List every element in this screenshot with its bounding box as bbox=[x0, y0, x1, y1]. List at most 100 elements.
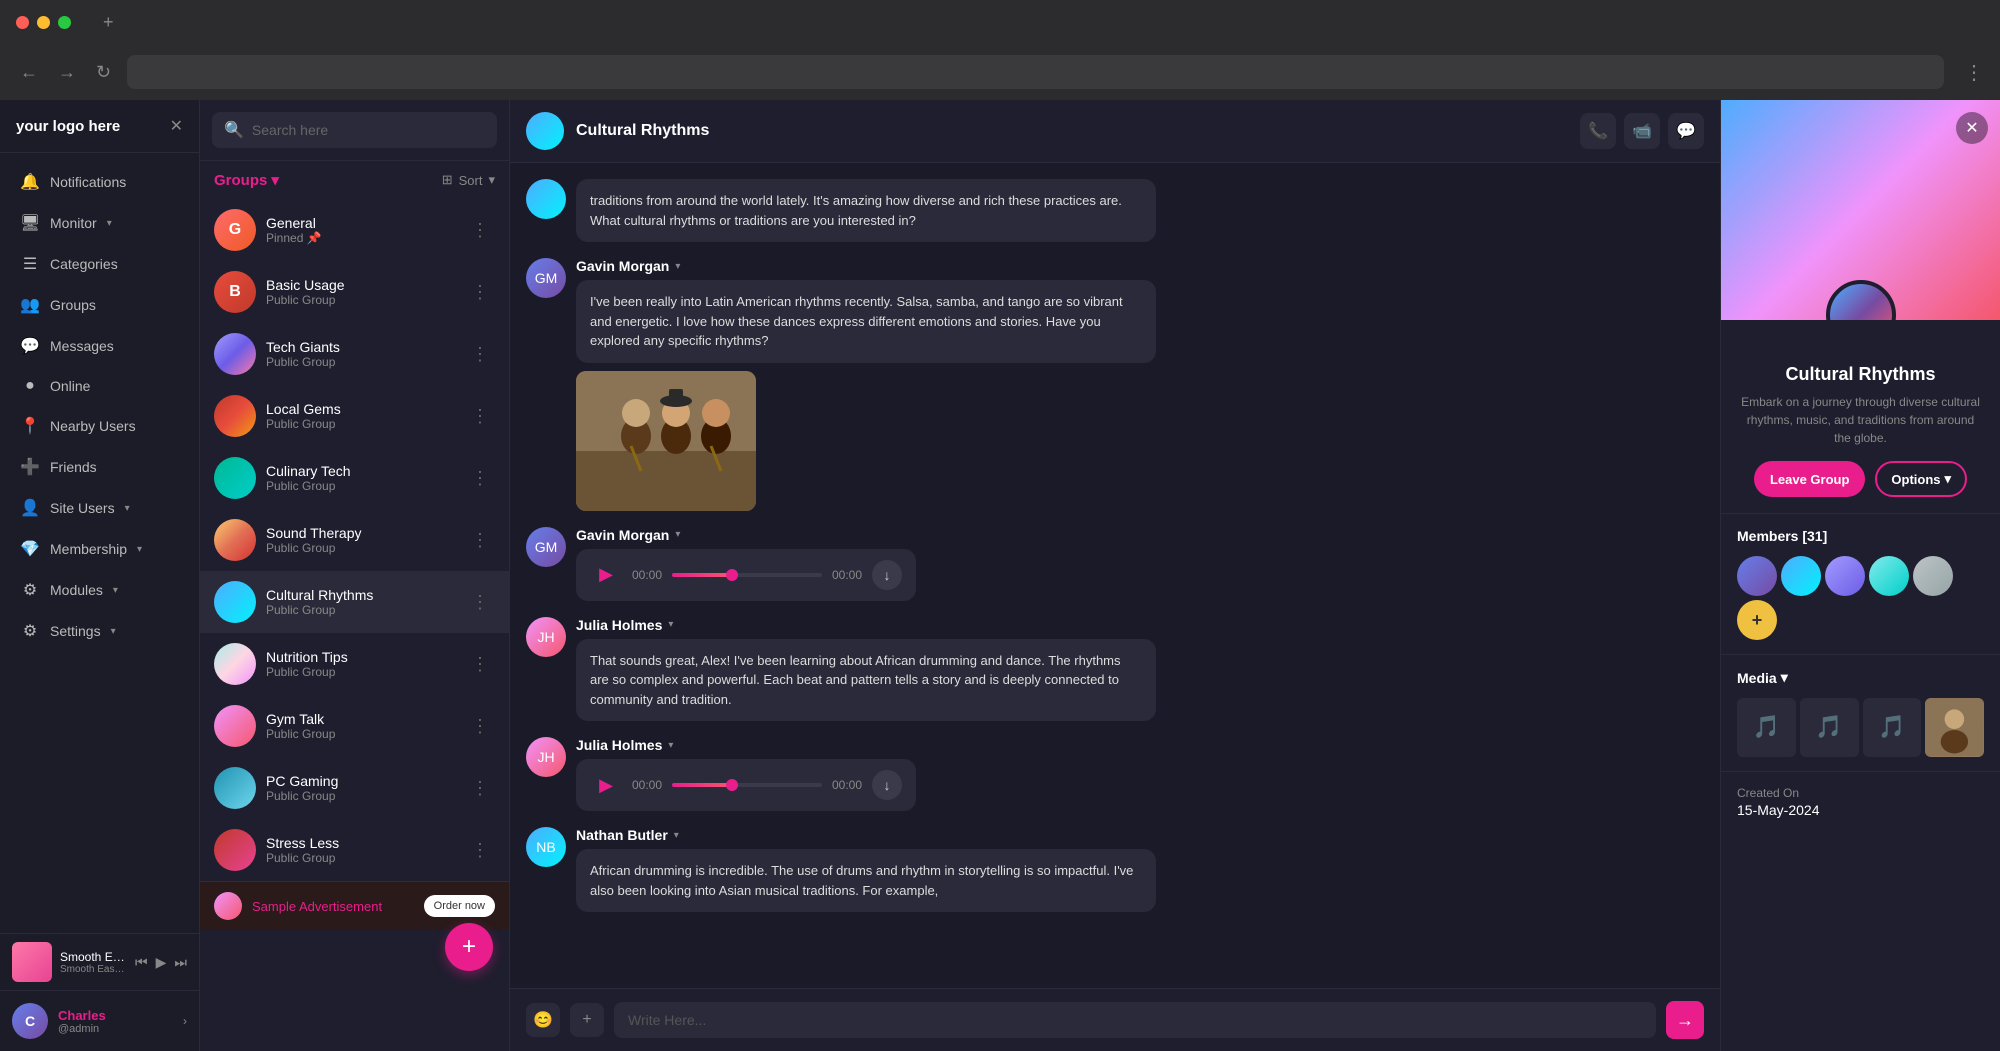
sidebar-item-label: Monitor bbox=[50, 215, 97, 231]
group-menu-button[interactable]: ⋮ bbox=[465, 280, 495, 305]
sender-chevron-icon[interactable]: ▾ bbox=[675, 261, 680, 272]
options-button[interactable]: Options ▾ bbox=[1875, 461, 1967, 497]
music-info: Smooth Easy Hits Smooth Easy Hits is an bbox=[60, 950, 127, 975]
sidebar-item-messages[interactable]: 💬 Messages bbox=[4, 326, 195, 366]
group-item-sound-therapy[interactable]: Sound Therapy Public Group ⋮ bbox=[200, 509, 509, 571]
fab-button[interactable]: + bbox=[445, 923, 493, 971]
group-item-general[interactable]: G General Pinned 📌 ⋮ bbox=[200, 199, 509, 261]
forward-button[interactable]: → bbox=[54, 58, 80, 87]
audio-download-button-2[interactable]: ↓ bbox=[872, 770, 902, 800]
sidebar-item-site-users[interactable]: 👤 Site Users ▾ bbox=[4, 488, 195, 528]
sender-chevron-icon[interactable]: ▾ bbox=[668, 619, 673, 630]
search-input[interactable] bbox=[252, 122, 485, 138]
message-avatar-julia2: JH bbox=[526, 737, 566, 777]
media-chevron-icon: ▾ bbox=[1781, 669, 1788, 686]
group-item-nutrition-tips[interactable]: Nutrition Tips Public Group ⋮ bbox=[200, 633, 509, 695]
sender-chevron-icon[interactable]: ▾ bbox=[675, 529, 680, 540]
chat-info-button[interactable]: 💬 bbox=[1668, 113, 1704, 149]
sidebar-item-categories[interactable]: ☰ Categories bbox=[4, 244, 195, 284]
close-panel-button[interactable]: ✕ bbox=[1956, 112, 1988, 144]
user-avatar: C bbox=[12, 1003, 48, 1039]
audio-time-end: 00:00 bbox=[832, 568, 862, 582]
group-item-gym-talk[interactable]: Gym Talk Public Group ⋮ bbox=[200, 695, 509, 757]
logo-close-button[interactable]: ✕ bbox=[170, 116, 183, 136]
chat-text-input[interactable] bbox=[614, 1002, 1656, 1038]
group-menu-button[interactable]: ⋮ bbox=[465, 218, 495, 243]
sender-name: Nathan Butler bbox=[576, 827, 668, 843]
group-menu-button[interactable]: ⋮ bbox=[465, 404, 495, 429]
sidebar-item-monitor[interactable]: 🖥 Monitor ▾ bbox=[4, 203, 195, 243]
group-item-basic-usage[interactable]: B Basic Usage Public Group ⋮ bbox=[200, 261, 509, 323]
media-title[interactable]: Media ▾ bbox=[1737, 669, 1984, 686]
send-button[interactable]: → bbox=[1666, 1001, 1704, 1039]
sidebar-item-settings[interactable]: ⚙ Settings ▾ bbox=[4, 611, 195, 651]
url-bar[interactable] bbox=[127, 55, 1944, 89]
refresh-button[interactable]: ↻ bbox=[92, 58, 115, 87]
group-menu-button[interactable]: ⋮ bbox=[465, 652, 495, 677]
group-item-tech-giants[interactable]: Tech Giants Public Group ⋮ bbox=[200, 323, 509, 385]
audio-scrubber bbox=[726, 569, 738, 581]
sidebar-item-membership[interactable]: 💎 Membership ▾ bbox=[4, 529, 195, 569]
voice-call-button[interactable]: 📞 bbox=[1580, 113, 1616, 149]
sidebar-item-groups[interactable]: 👥 Groups bbox=[4, 285, 195, 325]
back-button[interactable]: ← bbox=[16, 58, 42, 87]
prev-button[interactable]: ⏮ bbox=[135, 954, 148, 971]
members-avatars: + bbox=[1737, 556, 1984, 640]
media-thumb-3[interactable]: 🎵 bbox=[1863, 698, 1922, 757]
sidebar-item-modules[interactable]: ⚙ Modules ▾ bbox=[4, 570, 195, 610]
group-menu-button[interactable]: ⋮ bbox=[465, 714, 495, 739]
sender-chevron-icon[interactable]: ▾ bbox=[668, 740, 673, 751]
audio-progress-bar[interactable] bbox=[672, 573, 822, 577]
user-area[interactable]: C Charles @admin › bbox=[12, 1003, 187, 1039]
new-tab-button[interactable]: + bbox=[103, 12, 114, 33]
message-bubble: traditions from around the world lately.… bbox=[576, 179, 1156, 242]
message-image[interactable]: ↓ bbox=[576, 371, 756, 511]
message-avatar-gavin: GM bbox=[526, 258, 566, 298]
sidebar-item-nearby-users[interactable]: 📍 Nearby Users bbox=[4, 406, 195, 446]
play-audio-button-2[interactable]: ▶ bbox=[590, 769, 622, 801]
group-menu-button[interactable]: ⋮ bbox=[465, 590, 495, 615]
groups-title[interactable]: Groups ▾ bbox=[214, 171, 279, 189]
audio-progress-bar-2[interactable] bbox=[672, 783, 822, 787]
group-item-pc-gaming[interactable]: PC Gaming Public Group ⋮ bbox=[200, 757, 509, 819]
sidebar-item-notifications[interactable]: 🔔 Notifications bbox=[4, 162, 195, 202]
group-menu-button[interactable]: ⋮ bbox=[465, 776, 495, 801]
group-item-stress-less[interactable]: Stress Less Public Group ⋮ bbox=[200, 819, 509, 881]
play-audio-button[interactable]: ▶ bbox=[590, 559, 622, 591]
media-thumb-4[interactable] bbox=[1925, 698, 1984, 757]
group-item-local-gems[interactable]: Local Gems Public Group ⋮ bbox=[200, 385, 509, 447]
group-menu-button[interactable]: ⋮ bbox=[465, 528, 495, 553]
sidebar-item-online[interactable]: ● Online bbox=[4, 367, 195, 405]
group-info: Local Gems Public Group bbox=[266, 401, 455, 431]
group-menu-button[interactable]: ⋮ bbox=[465, 342, 495, 367]
group-menu-button[interactable]: ⋮ bbox=[465, 838, 495, 863]
leave-group-button[interactable]: Leave Group bbox=[1754, 461, 1865, 497]
groups-sort[interactable]: ⊞ Sort ▾ bbox=[442, 172, 495, 188]
right-panel-info: Cultural Rhythms Embark on a journey thr… bbox=[1721, 320, 2000, 514]
audio-download-button[interactable]: ↓ bbox=[872, 560, 902, 590]
group-item-culinary-tech[interactable]: Culinary Tech Public Group ⋮ bbox=[200, 447, 509, 509]
group-item-cultural-rhythms[interactable]: Cultural Rhythms Public Group ⋮ bbox=[200, 571, 509, 633]
media-thumb-2[interactable]: 🎵 bbox=[1800, 698, 1859, 757]
dot-red[interactable] bbox=[16, 16, 29, 29]
sidebar-item-friends[interactable]: ➕ Friends bbox=[4, 447, 195, 487]
member-avatar-more[interactable]: + bbox=[1737, 600, 1777, 640]
play-button[interactable]: ▶ bbox=[156, 954, 167, 971]
app-container: your logo here ✕ 🔔 Notifications 🖥 Monit… bbox=[0, 100, 2000, 1051]
message-1: traditions from around the world lately.… bbox=[526, 179, 1704, 242]
members-title[interactable]: Members [31] bbox=[1737, 528, 1984, 544]
dot-yellow[interactable] bbox=[37, 16, 50, 29]
ad-order-button[interactable]: Order now bbox=[424, 895, 495, 917]
group-menu-button[interactable]: ⋮ bbox=[465, 466, 495, 491]
dot-green[interactable] bbox=[58, 16, 71, 29]
browser-menu-button[interactable]: ⋮ bbox=[1964, 60, 1984, 85]
music-art bbox=[12, 942, 52, 982]
emoji-button[interactable]: 😊 bbox=[526, 1003, 560, 1037]
message-3: GM Gavin Morgan ▾ ▶ 00:00 bbox=[526, 527, 1704, 601]
attach-button[interactable]: + bbox=[570, 1003, 604, 1037]
sender-chevron-icon[interactable]: ▾ bbox=[674, 830, 679, 841]
message-4: JH Julia Holmes ▾ That sounds great, Ale… bbox=[526, 617, 1704, 722]
next-button[interactable]: ⏭ bbox=[174, 954, 187, 971]
media-thumb-1[interactable]: 🎵 bbox=[1737, 698, 1796, 757]
video-call-button[interactable]: 📹 bbox=[1624, 113, 1660, 149]
